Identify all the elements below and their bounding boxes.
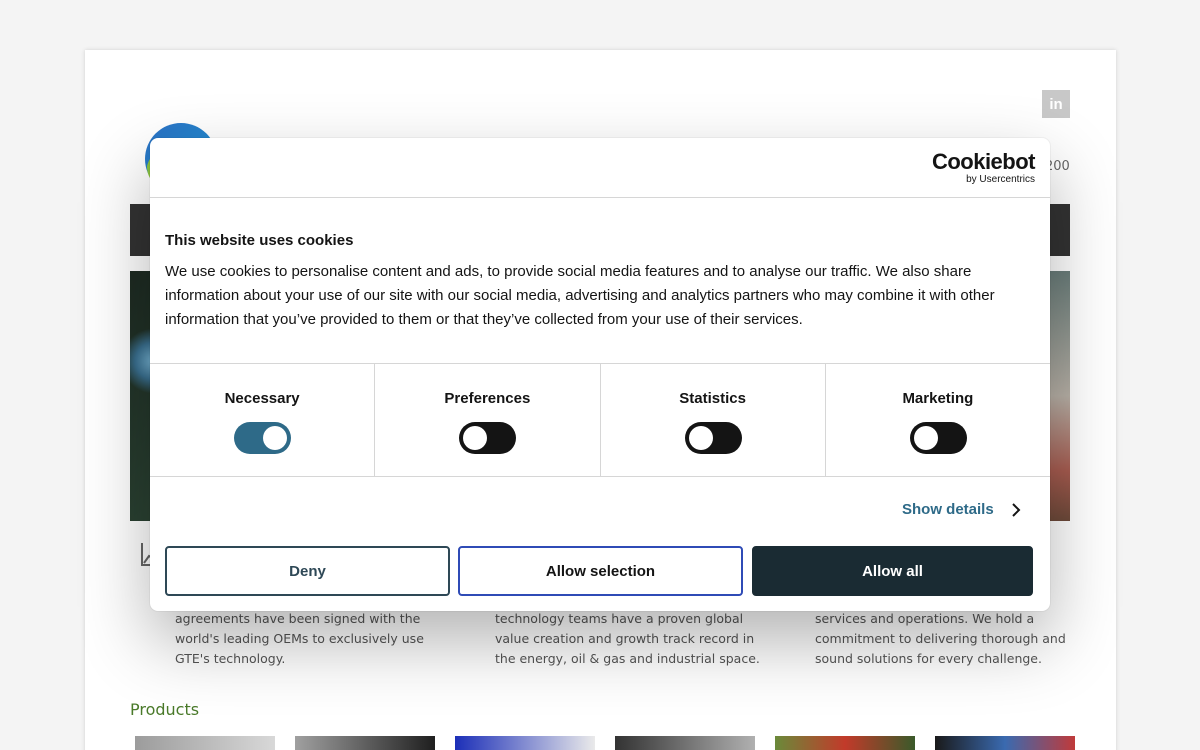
consent-category-preferences: Preferences [375, 364, 601, 476]
product-thumbnail[interactable] [295, 736, 435, 750]
feature-line: GTE's technology. [175, 651, 286, 666]
feature-line: world's leading OEMs to exclusively use [175, 631, 424, 646]
chevron-right-icon [1011, 502, 1021, 517]
cookie-dialog-description: We use cookies to personalise content an… [165, 263, 995, 328]
necessary-toggle[interactable] [234, 422, 292, 454]
feature-line: the energy, oil & gas and industrial spa… [495, 651, 760, 666]
feature-line: services and operations. We hold a [815, 611, 1035, 626]
linkedin-icon[interactable]: in [1042, 90, 1070, 118]
product-thumbnail[interactable] [615, 736, 755, 750]
consent-category-necessary: Necessary [150, 364, 376, 476]
consent-label: Necessary [224, 390, 300, 407]
cookiebot-brand-sub: by Usercentrics [966, 174, 1035, 185]
feature-line: commitment to delivering thorough and [815, 631, 1066, 646]
feature-text-partnerships: agreements have been signed with the wor… [175, 609, 424, 669]
cookiebot-logo: Cookiebot by Usercentrics [931, 149, 1036, 186]
products-heading: Products [130, 700, 200, 719]
deny-button[interactable]: Deny [165, 546, 450, 596]
consent-category-marketing: Marketing [826, 364, 1050, 476]
cookie-dialog-header: Cookiebot by Usercentrics [150, 138, 1050, 198]
allow-selection-button[interactable]: Allow selection [458, 546, 743, 596]
consent-category-statistics: Statistics [601, 364, 826, 476]
allow-all-button[interactable]: Allow all [752, 546, 1033, 596]
feature-line: sound solutions for every challenge. [815, 651, 1042, 666]
show-details-link[interactable]: Show details [902, 501, 1022, 518]
show-details-label: Show details [902, 501, 994, 518]
product-thumbnail[interactable] [135, 736, 275, 750]
feature-line: technology teams have a proven global [495, 611, 744, 626]
feature-line: agreements have been signed with the [175, 611, 421, 626]
feature-line: value creation and growth track record i… [495, 631, 755, 646]
product-thumbnail[interactable] [935, 736, 1075, 750]
product-thumbnail[interactable] [455, 736, 595, 750]
preferences-toggle[interactable] [459, 422, 517, 454]
product-thumbnail[interactable] [775, 736, 915, 750]
marketing-toggle[interactable] [909, 422, 967, 454]
statistics-toggle[interactable] [684, 422, 742, 454]
feature-text-services: services and operations. We hold a commi… [815, 609, 1066, 669]
consent-label: Statistics [679, 390, 746, 407]
cookiebot-brand: Cookiebot [931, 149, 1036, 174]
consent-label: Preferences [444, 390, 531, 407]
feature-text-team: technology teams have a proven global va… [495, 609, 760, 669]
consent-categories: Necessary Preferences Statistics Marketi… [150, 363, 1050, 477]
cookie-dialog-title: This website uses cookies [165, 232, 354, 249]
consent-label: Marketing [902, 390, 974, 407]
cookie-consent-dialog: Cookiebot by Usercentrics This website u… [150, 138, 1050, 611]
